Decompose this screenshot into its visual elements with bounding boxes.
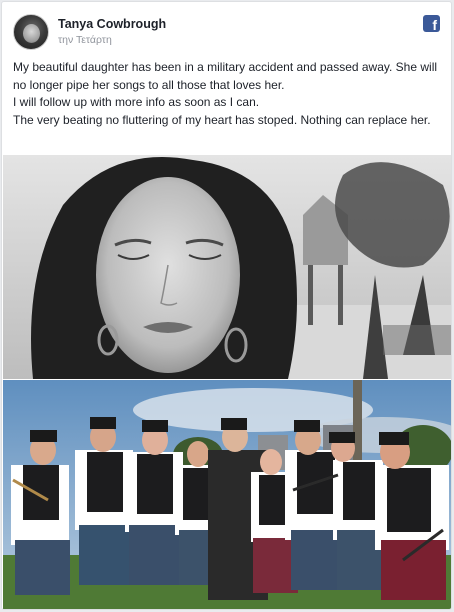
pipe-band-image	[3, 380, 451, 609]
post-paragraph: I will follow up with more info as soon …	[13, 95, 260, 110]
post-paragraph: My beautiful daughter has been in a mili…	[13, 60, 438, 92]
author-avatar[interactable]	[13, 14, 49, 50]
post-timestamp[interactable]: την Τετάρτη	[58, 34, 112, 46]
author-name[interactable]: Tanya Cowbrough	[58, 17, 166, 31]
post-text: My beautiful daughter has been in a mili…	[13, 59, 445, 129]
post-header: Tanya Cowbrough την Τετάρτη f	[2, 2, 451, 54]
facebook-icon[interactable]: f	[423, 15, 440, 32]
facebook-post: Tanya Cowbrough την Τετάρτη f My beautif…	[1, 1, 452, 610]
post-photo-pipe-band[interactable]	[3, 380, 451, 609]
portrait-image	[3, 155, 451, 379]
post-photo-portrait[interactable]	[3, 155, 451, 379]
post-paragraph: The very beating no fluttering of my hea…	[13, 112, 431, 127]
